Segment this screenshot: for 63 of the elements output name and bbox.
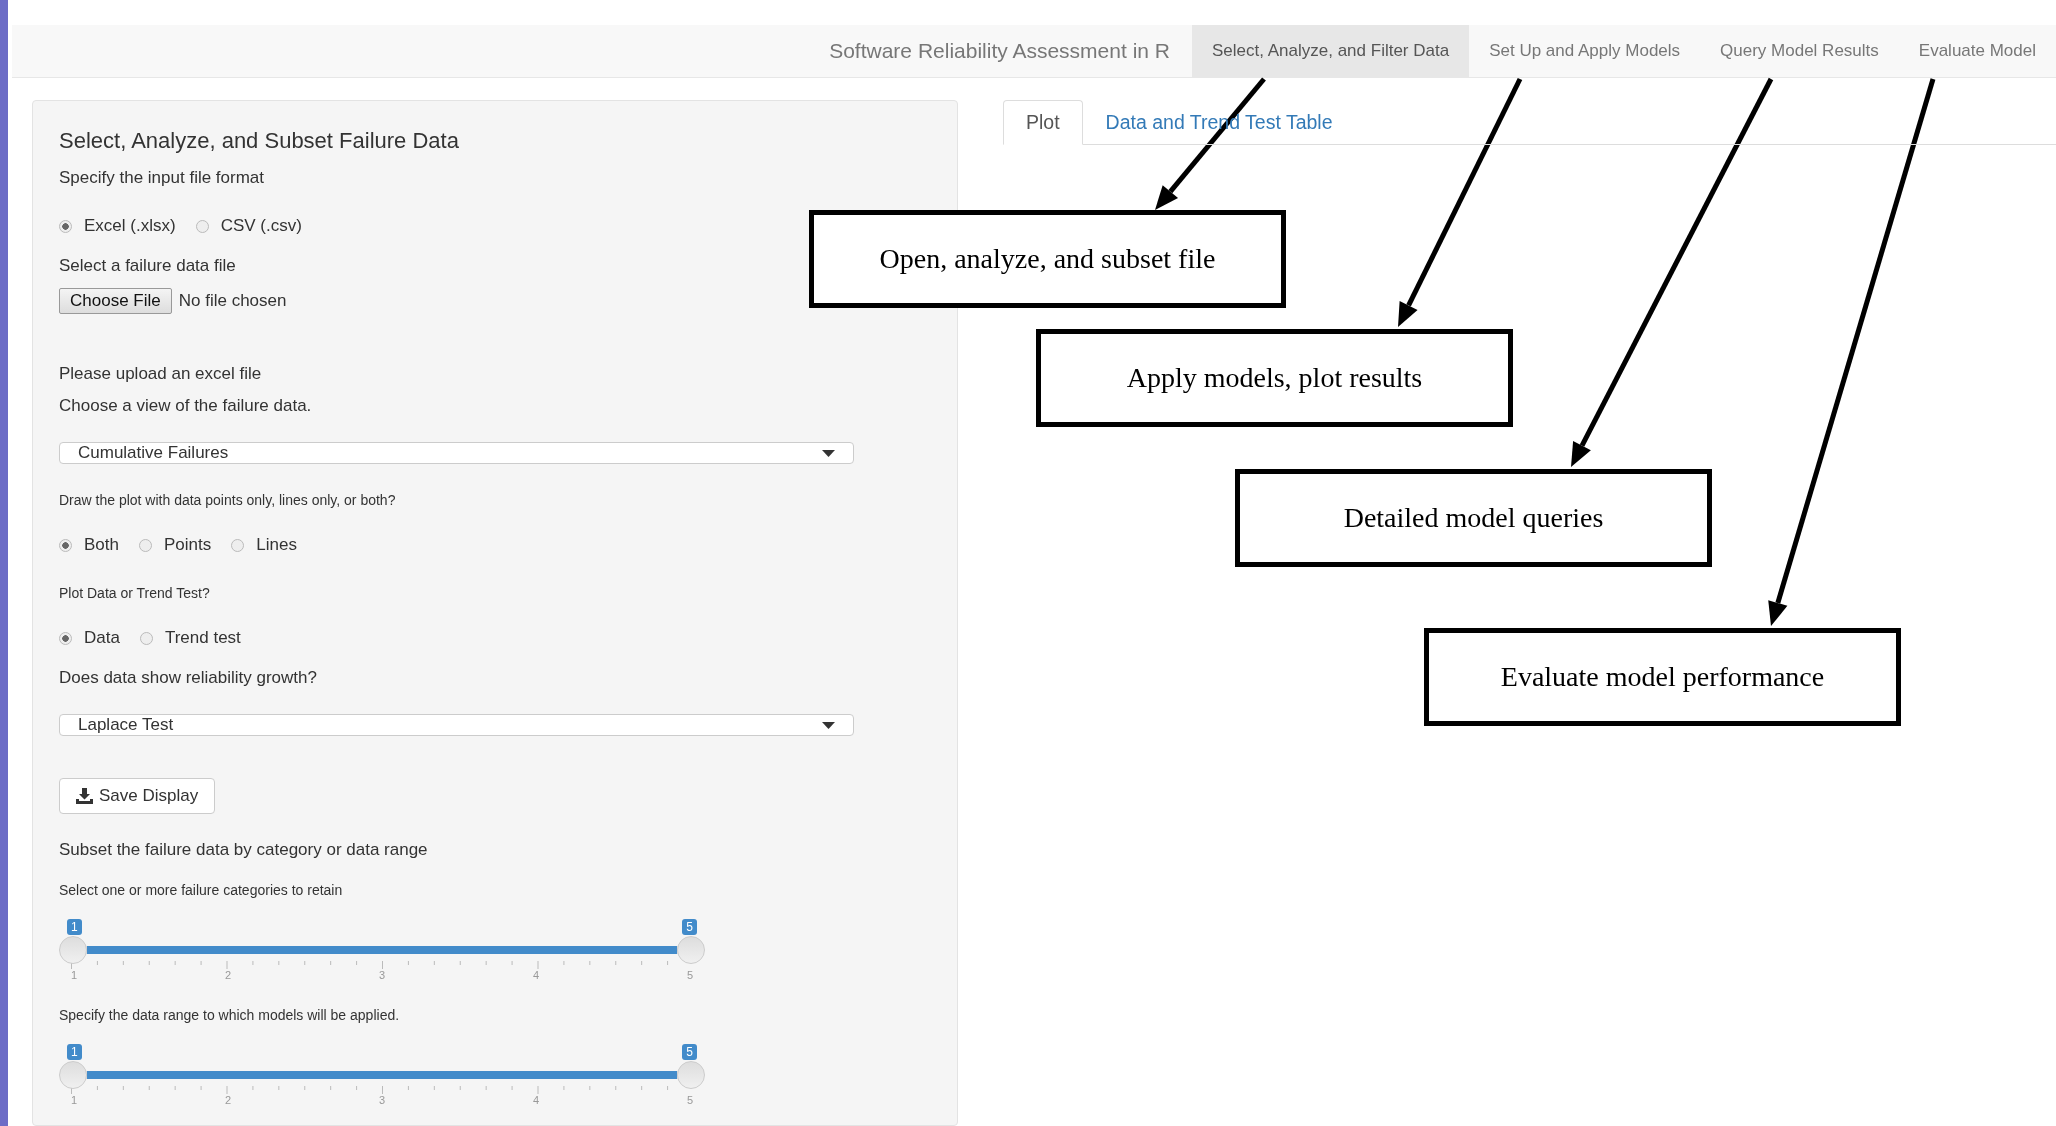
- slider-handle[interactable]: [677, 1061, 705, 1089]
- callout-box: Detailed model queries: [1235, 469, 1712, 567]
- field-label: Select a failure data file: [59, 256, 236, 276]
- callout-box: Open, analyze, and subset file: [809, 210, 1286, 308]
- dropdown[interactable]: Laplace Test: [59, 714, 854, 736]
- nav-tab[interactable]: Select, Analyze, and Filter Data: [1192, 25, 1470, 77]
- slider-handle[interactable]: [59, 936, 87, 964]
- field-label: Select one or more failure categories to retain: [59, 882, 343, 899]
- radio-option[interactable]: CSV (.csv): [195, 216, 302, 236]
- save-button[interactable]: Save Display: [59, 778, 216, 814]
- caret-icon: [822, 449, 835, 457]
- content-tab[interactable]: Plot: [1003, 100, 1083, 145]
- slider-value: 5: [682, 919, 697, 935]
- slider-value: 5: [682, 1044, 697, 1060]
- nav-tab[interactable]: Evaluate Model: [1898, 25, 2056, 77]
- field-label: Choose a view of the failure data.: [59, 396, 312, 416]
- choose-file-button[interactable]: Choose File: [59, 288, 172, 314]
- tick-label: 3: [378, 969, 386, 981]
- callout-box: Evaluate model performance: [1424, 628, 1901, 726]
- field-label: Draw the plot with data points only, lines only, or both?: [59, 492, 396, 509]
- radio-option[interactable]: Trend test: [139, 628, 241, 648]
- dropdown[interactable]: Cumulative Failures: [59, 442, 854, 464]
- radio-label: Trend test: [164, 628, 241, 648]
- field-label: Specify the data range to which models will be applied.: [59, 1007, 400, 1024]
- radio-option[interactable]: Lines: [231, 535, 297, 555]
- radio-option[interactable]: Points: [139, 535, 212, 555]
- panel-title: Select, Analyze, and Subset Failure Data: [59, 128, 460, 154]
- field-label: Does data show reliability growth?: [59, 668, 317, 688]
- radio-label: CSV (.csv): [220, 216, 302, 236]
- radio-option[interactable]: Data: [59, 628, 120, 648]
- download-icon: [76, 788, 93, 804]
- field-label: Plot Data or Trend Test?: [59, 585, 210, 602]
- range-slider[interactable]: [59, 935, 705, 965]
- tick-label: 2: [224, 1094, 232, 1106]
- tick-label: 5: [686, 969, 693, 981]
- radio-label: Data: [84, 628, 120, 648]
- tick-label: 2: [224, 969, 232, 981]
- tick-label: 5: [686, 1094, 693, 1106]
- radio-label: Points: [164, 535, 212, 555]
- field-label: Please upload an excel file: [59, 364, 262, 384]
- tick-label: 4: [532, 1094, 540, 1106]
- tick-label: 1: [71, 969, 78, 981]
- slider-value: 1: [67, 1044, 82, 1060]
- callout-box: Apply models, plot results: [1036, 329, 1513, 427]
- radio-option[interactable]: Excel (.xlsx): [59, 216, 176, 236]
- radio-option[interactable]: Both: [59, 535, 119, 555]
- radio-label: Lines: [256, 535, 297, 555]
- tick-label: 1: [71, 1094, 78, 1106]
- radio-label: Excel (.xlsx): [84, 216, 176, 236]
- file-status: No file chosen: [178, 291, 287, 311]
- slider-handle[interactable]: [59, 1061, 87, 1089]
- app-title: Software Reliability Assessment in R: [829, 38, 1171, 64]
- caret-icon: [822, 721, 835, 729]
- field-label: Subset the failure data by category or data range: [59, 840, 428, 860]
- field-label: Specify the input file format: [59, 168, 265, 188]
- tick-label: 4: [532, 969, 540, 981]
- slider-handle[interactable]: [677, 936, 705, 964]
- range-slider[interactable]: [59, 1060, 705, 1090]
- slider-value: 1: [67, 919, 82, 935]
- radio-label: Both: [84, 535, 119, 555]
- nav-tab[interactable]: Set Up and Apply Models: [1469, 25, 1701, 77]
- tick-label: 3: [378, 1094, 386, 1106]
- nav-tab[interactable]: Query Model Results: [1700, 25, 1899, 77]
